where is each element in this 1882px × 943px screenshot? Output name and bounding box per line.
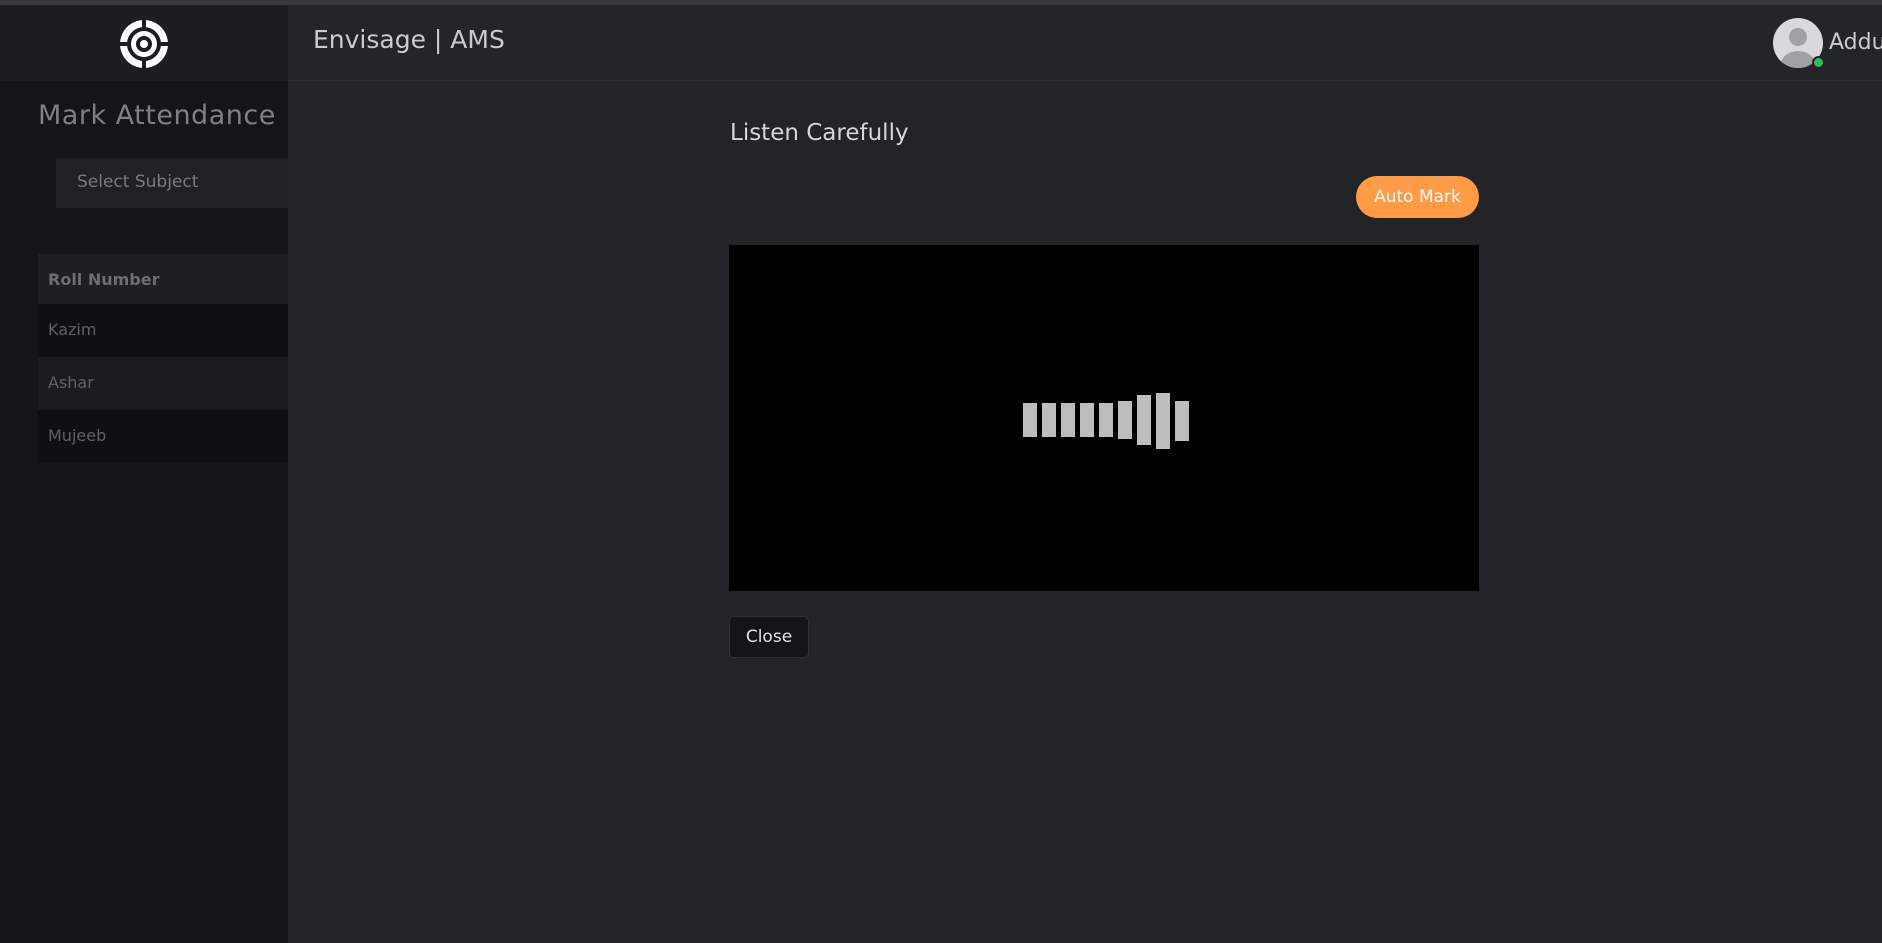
subject-select: Select Subject xyxy=(56,158,288,208)
top-header: Envisage | AMS Addu xyxy=(288,5,1882,81)
user-menu[interactable]: Addu xyxy=(1773,18,1882,72)
app-title: Envisage | AMS xyxy=(313,25,505,54)
online-status-dot xyxy=(1812,56,1825,69)
attendance-table: Roll Number Kazim Ashar Mujeeb xyxy=(38,254,288,463)
table-row: Kazim xyxy=(38,304,288,357)
user-name[interactable]: Addu xyxy=(1829,30,1882,55)
table-header-roll-number: Roll Number xyxy=(38,254,288,304)
table-row: Ashar xyxy=(38,357,288,410)
auto-mark-button[interactable]: Auto Mark xyxy=(1356,176,1479,218)
audio-visualizer-panel xyxy=(729,245,1479,591)
table-row: Mujeeb xyxy=(38,410,288,463)
modal-title: Listen Carefully xyxy=(730,120,909,146)
background-page-content: Mark Attendance Select Subject Roll Numb… xyxy=(0,86,288,586)
sidebar: Mark Attendance Select Subject Roll Numb… xyxy=(0,5,288,943)
equalizer-icon xyxy=(1023,393,1189,449)
page-title: Mark Attendance xyxy=(38,100,276,131)
sidebar-logo-area xyxy=(0,5,288,81)
target-logo-icon[interactable] xyxy=(118,18,170,70)
close-button[interactable]: Close xyxy=(729,616,809,658)
